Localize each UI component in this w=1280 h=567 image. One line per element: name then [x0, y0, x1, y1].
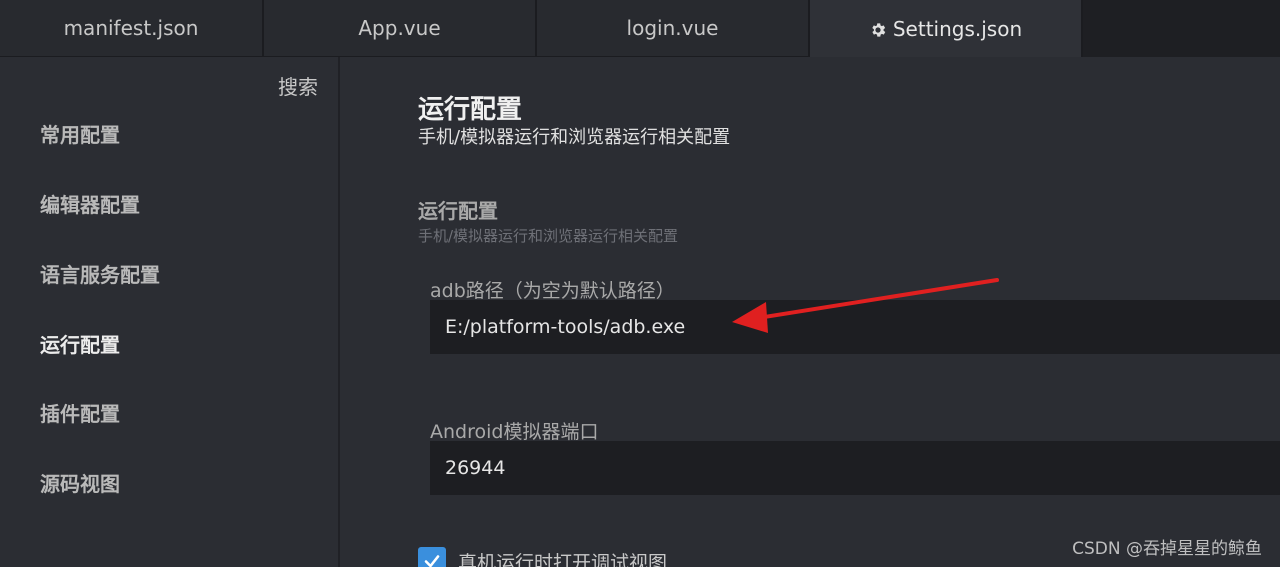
- adb-path-input[interactable]: [430, 300, 1280, 354]
- sidebar-item-source-view[interactable]: 源码视图: [40, 468, 120, 497]
- checkmark-icon: [424, 555, 440, 567]
- tab-label: Settings.json: [892, 16, 1023, 41]
- sidebar-item-common[interactable]: 常用配置: [40, 119, 120, 148]
- tab-settings-json[interactable]: Settings.json: [810, 0, 1083, 57]
- editor-tab-bar: manifest.json App.vue login.vue Settings…: [0, 0, 1280, 57]
- sidebar-item-run[interactable]: 运行配置: [40, 329, 120, 358]
- tab-label: login.vue: [626, 16, 719, 40]
- adb-path-label: adb路径（为空为默认路径）: [430, 280, 675, 302]
- sidebar-item-editor[interactable]: 编辑器配置: [40, 189, 140, 218]
- settings-sidebar: 搜索 常用配置 编辑器配置 语言服务配置 运行配置 插件配置 源码视图: [0, 57, 340, 567]
- gear-icon: [869, 20, 887, 38]
- tab-label: App.vue: [358, 16, 441, 40]
- emulator-port-label: Android模拟器端口: [430, 421, 599, 443]
- settings-window: manifest.json App.vue login.vue Settings…: [0, 0, 1280, 567]
- page-description: 手机/模拟器运行和浏览器运行相关配置: [418, 127, 731, 148]
- tab-label: manifest.json: [63, 16, 199, 40]
- tab-manifest-json[interactable]: manifest.json: [0, 0, 264, 57]
- debug-view-checkbox-label: 真机运行时打开调试视图: [458, 551, 668, 567]
- search-link[interactable]: 搜索: [278, 71, 318, 100]
- emulator-port-input[interactable]: [430, 441, 1280, 495]
- section-title: 运行配置: [418, 199, 498, 223]
- section-description: 手机/模拟器运行和浏览器运行相关配置: [418, 227, 679, 245]
- sidebar-item-language-service[interactable]: 语言服务配置: [40, 259, 160, 288]
- debug-view-option: 真机运行时打开调试视图: [418, 547, 667, 567]
- settings-content: 运行配置 手机/模拟器运行和浏览器运行相关配置 运行配置 手机/模拟器运行和浏览…: [342, 57, 1280, 567]
- tab-login-vue[interactable]: login.vue: [537, 0, 810, 57]
- debug-view-checkbox[interactable]: [418, 547, 446, 567]
- tab-app-vue[interactable]: App.vue: [264, 0, 537, 57]
- watermark: CSDN @吞掉星星的鲸鱼: [1072, 539, 1262, 559]
- page-title: 运行配置: [418, 95, 523, 125]
- sidebar-item-plugins[interactable]: 插件配置: [40, 398, 120, 427]
